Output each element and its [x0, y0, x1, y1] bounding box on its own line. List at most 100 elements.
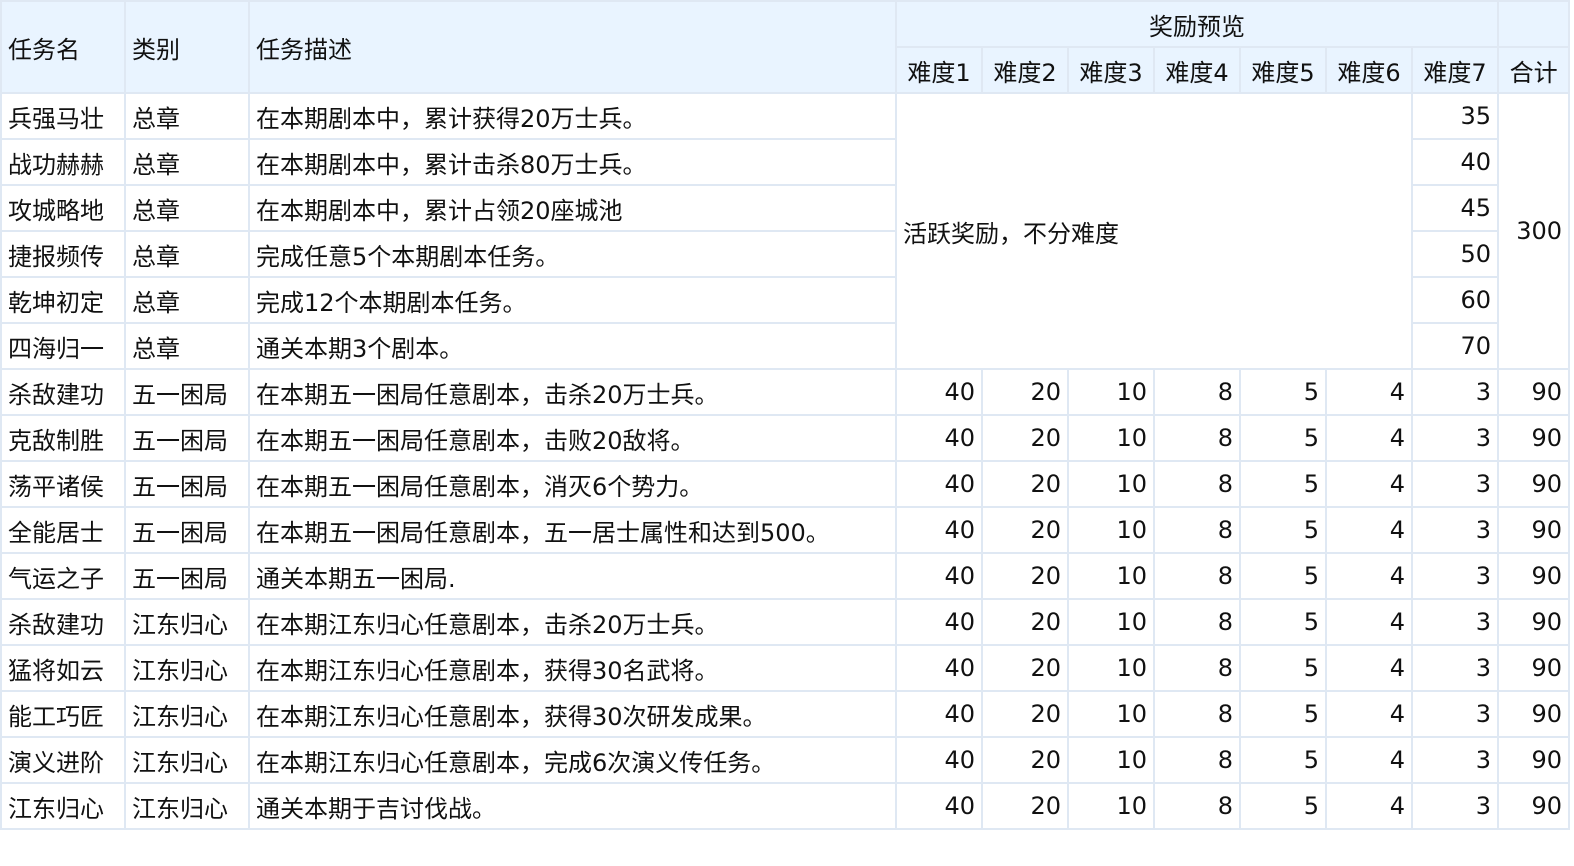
difficulty-5-cell: 5	[1239, 506, 1327, 554]
difficulty-4-cell: 8	[1153, 690, 1241, 738]
table-row: 克敌制胜 五一困局 在本期五一困局任意剧本，击败20敌将。 40 20 10 8 5 4 3 90	[0, 414, 1571, 462]
table-row: 气运之子 五一困局 通关本期五一困局. 40 20 10 8 5 4 3 90	[0, 552, 1571, 600]
difficulty-7-cell: 3	[1410, 552, 1500, 600]
reward-cell: 50	[1410, 230, 1500, 278]
difficulty-7-cell: 3	[1410, 782, 1500, 830]
header-category: 类别	[124, 0, 250, 94]
difficulty-4-cell: 8	[1153, 506, 1241, 554]
category-cell: 江东归心	[124, 736, 250, 784]
difficulty-7-cell: 3	[1410, 460, 1500, 508]
task-name-cell: 战功赫赫	[0, 138, 126, 186]
difficulty-1-cell: 40	[895, 368, 983, 416]
description-cell: 通关本期于吉讨伐战。	[248, 782, 897, 830]
description-cell: 在本期剧本中，累计占领20座城池	[248, 184, 897, 232]
task-name-cell: 兵强马壮	[0, 92, 126, 140]
description-cell: 在本期江东归心任意剧本，完成6次演义传任务。	[248, 736, 897, 784]
category-cell: 总章	[124, 322, 250, 370]
difficulty-1-cell: 40	[895, 460, 983, 508]
difficulty-1-cell: 40	[895, 736, 983, 784]
header-difficulty-6: 难度6	[1325, 46, 1413, 94]
difficulty-4-cell: 8	[1153, 598, 1241, 646]
row-total-cell: 90	[1497, 460, 1571, 508]
task-name-cell: 杀敌建功	[0, 598, 126, 646]
category-cell: 五一困局	[124, 460, 250, 508]
difficulty-3-cell: 10	[1067, 644, 1155, 692]
task-name-cell: 捷报频传	[0, 230, 126, 278]
difficulty-1-cell: 40	[895, 690, 983, 738]
difficulty-5-cell: 5	[1239, 690, 1327, 738]
difficulty-4-cell: 8	[1153, 414, 1241, 462]
active-reward-note: 活跃奖励，不分难度	[895, 92, 1413, 370]
table-row: 杀敌建功 五一困局 在本期五一困局任意剧本，击杀20万士兵。 40 20 10 8 5 4 3 90	[0, 368, 1571, 416]
row-total-cell: 90	[1497, 736, 1571, 784]
category-cell: 江东归心	[124, 598, 250, 646]
category-cell: 五一困局	[124, 368, 250, 416]
difficulty-6-cell: 4	[1325, 414, 1413, 462]
reward-table: 任务名 类别 任务描述 奖励预览 难度1 难度2 难度3 难度4 难度5 难度6…	[0, 0, 1571, 830]
header-difficulty-3: 难度3	[1067, 46, 1155, 94]
difficulty-6-cell: 4	[1325, 782, 1413, 830]
category-cell: 江东归心	[124, 782, 250, 830]
task-name-cell: 克敌制胜	[0, 414, 126, 462]
difficulty-4-cell: 8	[1153, 368, 1241, 416]
description-cell: 通关本期五一困局.	[248, 552, 897, 600]
difficulty-3-cell: 10	[1067, 368, 1155, 416]
reward-cell: 40	[1410, 138, 1500, 186]
task-name-cell: 乾坤初定	[0, 276, 126, 324]
difficulty-6-cell: 4	[1325, 690, 1413, 738]
task-name-cell: 气运之子	[0, 552, 126, 600]
difficulty-4-cell: 8	[1153, 644, 1241, 692]
category-cell: 五一困局	[124, 552, 250, 600]
category-cell: 总章	[124, 138, 250, 186]
description-cell: 完成12个本期剧本任务。	[248, 276, 897, 324]
header-difficulty-7: 难度7	[1410, 46, 1500, 94]
difficulty-2-cell: 20	[981, 736, 1069, 784]
difficulty-3-cell: 10	[1067, 460, 1155, 508]
difficulty-2-cell: 20	[981, 644, 1069, 692]
difficulty-6-cell: 4	[1325, 552, 1413, 600]
difficulty-4-cell: 8	[1153, 736, 1241, 784]
difficulty-2-cell: 20	[981, 414, 1069, 462]
difficulty-6-cell: 4	[1325, 644, 1413, 692]
difficulty-5-cell: 5	[1239, 368, 1327, 416]
difficulty-6-cell: 4	[1325, 368, 1413, 416]
difficulty-3-cell: 10	[1067, 552, 1155, 600]
description-cell: 在本期五一困局任意剧本，消灭6个势力。	[248, 460, 897, 508]
difficulty-2-cell: 20	[981, 598, 1069, 646]
difficulty-5-cell: 5	[1239, 460, 1327, 508]
table-row: 演义进阶 江东归心 在本期江东归心任意剧本，完成6次演义传任务。 40 20 10 8 5 4 3…	[0, 736, 1571, 784]
task-name-cell: 全能居士	[0, 506, 126, 554]
description-cell: 在本期江东归心任意剧本，获得30名武将。	[248, 644, 897, 692]
difficulty-3-cell: 10	[1067, 690, 1155, 738]
reward-cell: 60	[1410, 276, 1500, 324]
difficulty-7-cell: 3	[1410, 414, 1500, 462]
category-cell: 五一困局	[124, 414, 250, 462]
difficulty-2-cell: 20	[981, 506, 1069, 554]
table-header: 任务名 类别 任务描述 奖励预览 难度1 难度2 难度3 难度4 难度5 难度6…	[0, 0, 1571, 94]
row-total-cell: 90	[1497, 644, 1571, 692]
header-difficulty-1: 难度1	[895, 46, 983, 94]
header-task-name: 任务名	[0, 0, 126, 94]
active-total-cell: 300	[1497, 92, 1571, 370]
category-cell: 江东归心	[124, 690, 250, 738]
header-total: 合计	[1497, 46, 1571, 94]
description-cell: 在本期五一困局任意剧本，五一居士属性和达到500。	[248, 506, 897, 554]
difficulty-1-cell: 40	[895, 644, 983, 692]
task-name-cell: 猛将如云	[0, 644, 126, 692]
reward-cell: 35	[1410, 92, 1500, 140]
description-cell: 完成任意5个本期剧本任务。	[248, 230, 897, 278]
description-cell: 在本期江东归心任意剧本，击杀20万士兵。	[248, 598, 897, 646]
difficulty-7-cell: 3	[1410, 598, 1500, 646]
task-name-cell: 江东归心	[0, 782, 126, 830]
difficulty-3-cell: 10	[1067, 782, 1155, 830]
difficulty-1-cell: 40	[895, 552, 983, 600]
difficulty-7-cell: 3	[1410, 368, 1500, 416]
difficulty-1-cell: 40	[895, 506, 983, 554]
category-cell: 总章	[124, 276, 250, 324]
description-cell: 在本期剧本中，累计获得20万士兵。	[248, 92, 897, 140]
task-name-cell: 攻城略地	[0, 184, 126, 232]
difficulty-7-cell: 3	[1410, 736, 1500, 784]
description-cell: 在本期五一困局任意剧本，击败20敌将。	[248, 414, 897, 462]
difficulty-2-cell: 20	[981, 368, 1069, 416]
difficulty-1-cell: 40	[895, 598, 983, 646]
